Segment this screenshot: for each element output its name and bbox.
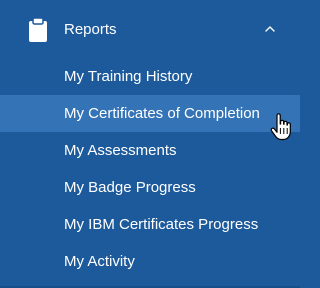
submenu-item-ibm-certificates-progress[interactable]: My IBM Certificates Progress [0, 206, 300, 243]
submenu-item-certificates-of-completion[interactable]: My Certificates of Completion [0, 95, 300, 132]
submenu-item-label: My Badge Progress [64, 179, 196, 196]
reports-submenu: My Training History My Certificates of C… [0, 58, 300, 280]
submenu-item-assessments[interactable]: My Assessments [0, 132, 300, 169]
submenu-item-activity[interactable]: My Activity [0, 243, 300, 280]
submenu-item-label: My Activity [64, 253, 135, 270]
submenu-item-training-history[interactable]: My Training History [0, 58, 300, 95]
submenu-item-label: My Assessments [64, 142, 177, 159]
section-title: Reports [64, 21, 117, 38]
clipboard-icon [29, 17, 47, 42]
submenu-item-label: My Training History [64, 68, 193, 85]
reports-menu: Reports My Training History My Certifica… [0, 0, 300, 288]
chevron-up-icon[interactable] [264, 24, 276, 34]
submenu-item-label: My Certificates of Completion [64, 105, 260, 122]
submenu-item-label: My IBM Certificates Progress [64, 216, 259, 233]
reports-section-header[interactable]: Reports [0, 0, 300, 60]
submenu-item-badge-progress[interactable]: My Badge Progress [0, 169, 300, 206]
